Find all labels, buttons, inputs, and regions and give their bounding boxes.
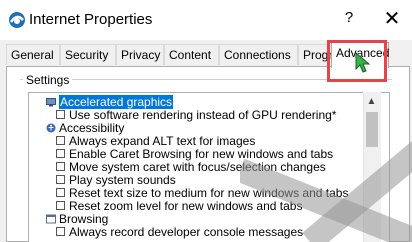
pointer-cursor-icon <box>355 52 371 73</box>
tab-security[interactable]: Security <box>60 44 116 65</box>
settings-group-label: Settings <box>23 73 73 87</box>
list-item-label: Always expand ALT text for images <box>69 134 256 148</box>
checkbox[interactable] <box>56 149 65 158</box>
scroll-up-arrow-icon[interactable]: ▲ <box>364 96 379 108</box>
list-item-label: Browsing <box>59 212 109 226</box>
checkbox[interactable] <box>56 175 65 184</box>
list-item-label: Play system sounds <box>69 173 176 187</box>
list-item-label: Move system caret with focus/selection c… <box>69 160 326 174</box>
checkbox[interactable] <box>56 136 65 145</box>
internet-explorer-icon <box>9 12 25 28</box>
list-item-label: Accessibility <box>59 121 125 135</box>
tab-connections[interactable]: Connections <box>219 44 298 65</box>
tab-general[interactable]: General <box>6 44 60 65</box>
checkbox[interactable] <box>56 201 65 210</box>
browsing-icon <box>46 214 56 224</box>
list-item-label: Always record developer console messages <box>69 225 304 239</box>
accessibility-icon <box>46 123 56 133</box>
checkbox[interactable] <box>56 110 65 119</box>
settings-tree[interactable]: Accelerated graphics Use software render… <box>28 92 390 242</box>
window-title: Internet Properties <box>29 11 153 28</box>
list-item-label: Enable Caret Browsing for new windows an… <box>69 147 334 161</box>
close-button[interactable]: ✕ <box>380 7 404 31</box>
list-item-label: Use software rendering instead of GPU re… <box>69 108 337 122</box>
monitor-icon <box>46 98 56 107</box>
tab-privacy[interactable]: Privacy <box>116 44 164 65</box>
checkbox[interactable] <box>56 162 65 171</box>
checkbox[interactable] <box>56 188 65 197</box>
list-item-label: Reset text size to medium for new window… <box>69 186 349 200</box>
tab-content[interactable]: Content <box>164 44 219 65</box>
list-item-label: Reset zoom level for new windows and tab… <box>69 199 303 213</box>
checkbox[interactable] <box>56 227 65 236</box>
list-item-label: Accelerated graphics <box>59 95 174 109</box>
list-item-developer-console[interactable]: Always record developer console messages <box>56 226 303 239</box>
help-button[interactable]: ? <box>338 9 360 31</box>
scrollbar-thumb[interactable] <box>366 112 378 147</box>
title-bar: Internet Properties ? ✕ <box>0 0 412 40</box>
